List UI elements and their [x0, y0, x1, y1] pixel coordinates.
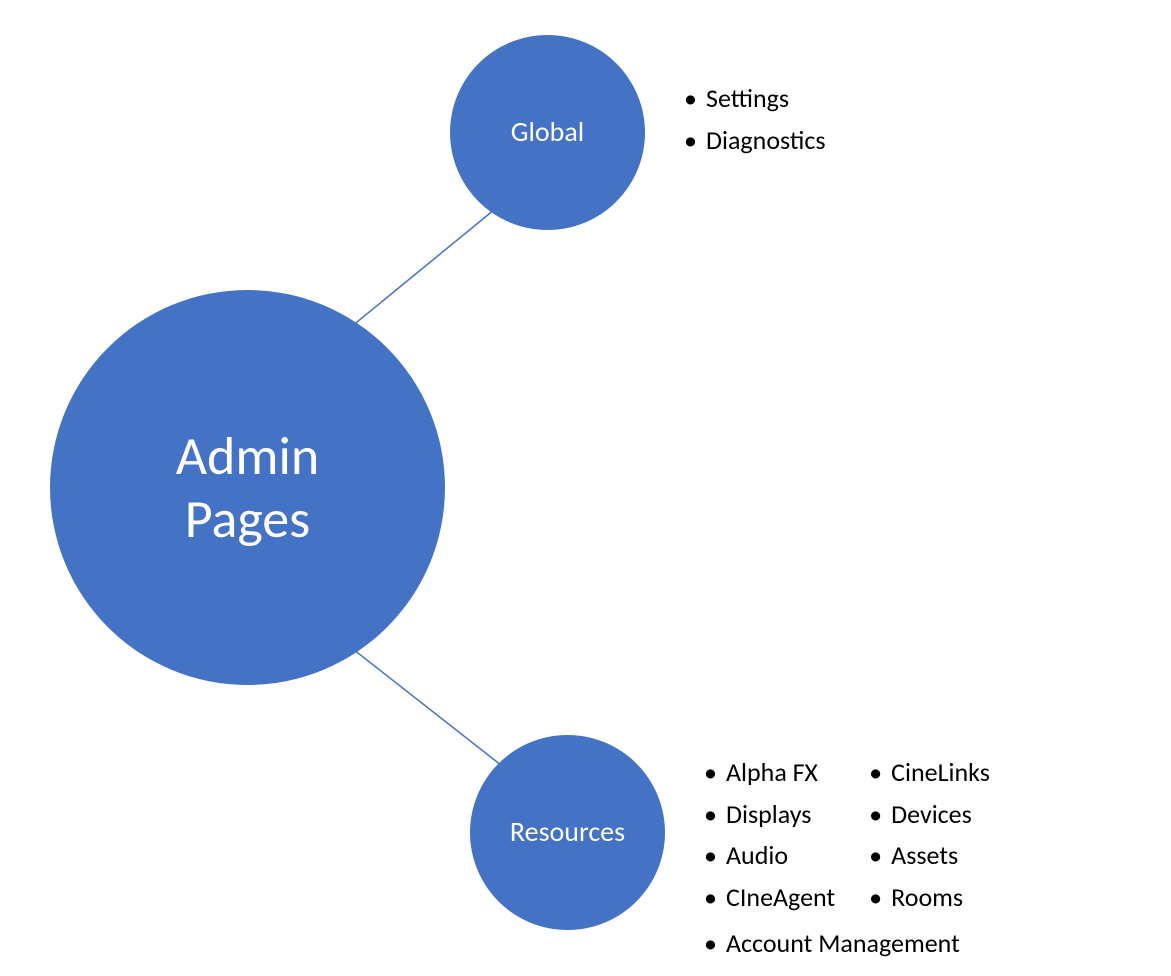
diagram-canvas: AdminPages Global Resources Settings Dia…: [0, 0, 1171, 976]
list-item: Audio: [700, 837, 835, 875]
list-item: Account Management: [700, 925, 1160, 963]
list-item: Devices: [865, 796, 990, 834]
list-item: CIneAgent: [700, 879, 835, 917]
resources-col-1: Alpha FX Displays Audio CIneAgent: [700, 750, 835, 921]
child-node-resources: Resources: [470, 735, 665, 930]
root-node-label: AdminPages: [176, 425, 320, 549]
resources-col-2: CineLinks Devices Assets Rooms: [865, 750, 990, 921]
resources-items-list: Alpha FX Displays Audio CIneAgent CineLi…: [700, 750, 1160, 966]
list-item: CineLinks: [865, 754, 990, 792]
list-item: Alpha FX: [700, 754, 835, 792]
list-item: Diagnostics: [680, 122, 826, 160]
resources-full-row: Account Management: [700, 925, 1160, 963]
child-node-global: Global: [450, 35, 645, 230]
list-item: Displays: [700, 796, 835, 834]
list-item: Settings: [680, 80, 826, 118]
child-node-global-label: Global: [511, 116, 584, 148]
child-node-resources-label: Resources: [510, 816, 625, 848]
root-node-admin-pages: AdminPages: [50, 290, 445, 685]
list-item: Assets: [865, 837, 990, 875]
list-item: Rooms: [865, 879, 990, 917]
global-items-list: Settings Diagnostics: [680, 76, 826, 163]
